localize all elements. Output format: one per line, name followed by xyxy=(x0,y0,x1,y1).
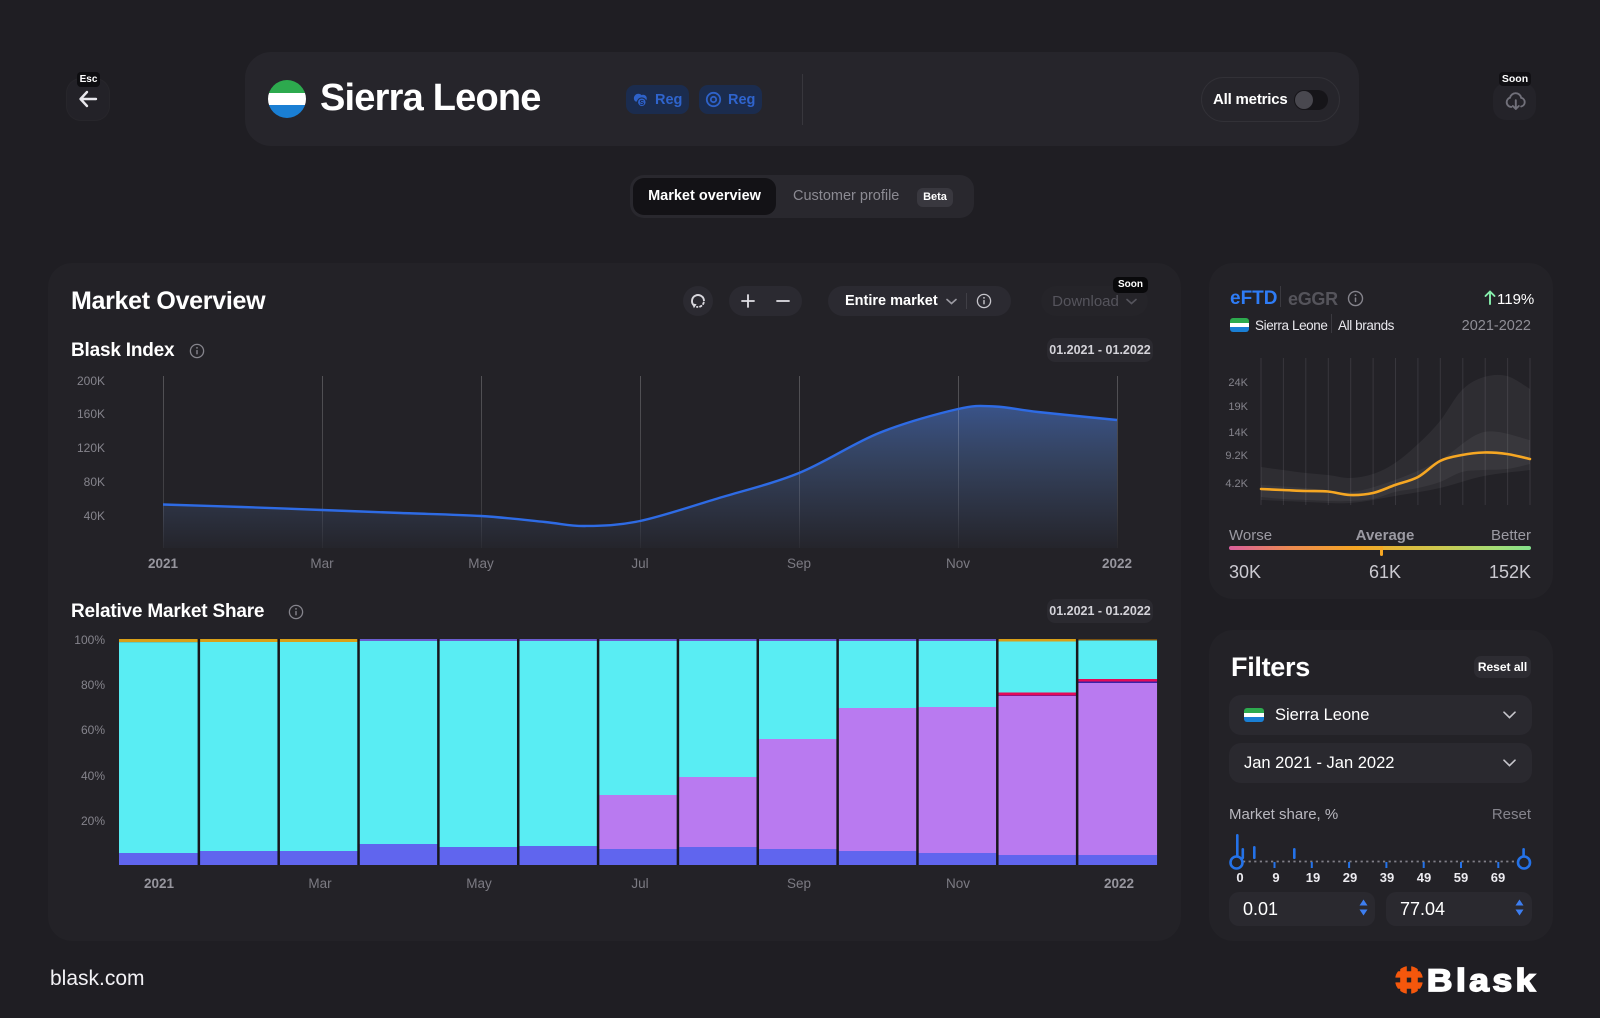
svg-text:Blask: Blask xyxy=(1427,964,1539,996)
